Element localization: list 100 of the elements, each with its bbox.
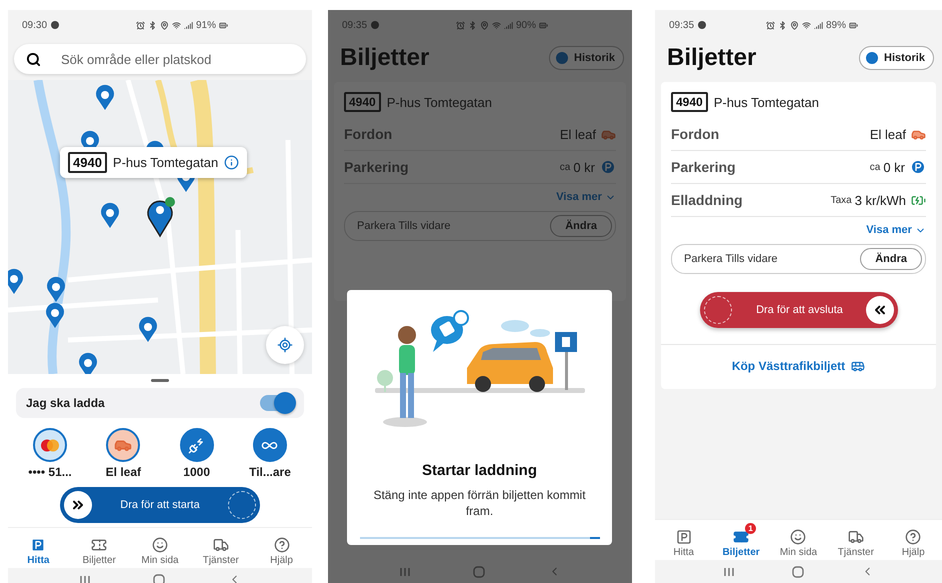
card-icon xyxy=(33,428,67,462)
battery-percent: 90% xyxy=(516,20,536,30)
location-icon xyxy=(480,20,489,30)
home-icon[interactable] xyxy=(792,566,804,578)
alarm-icon xyxy=(456,20,465,30)
row-label: Parkering xyxy=(344,159,410,175)
nav-tab[interactable]: Min sida xyxy=(132,530,187,566)
page-title: Biljetter xyxy=(667,44,756,72)
slider-handle[interactable] xyxy=(866,296,894,324)
location-icon xyxy=(160,20,169,30)
recent-apps-icon[interactable] xyxy=(723,566,736,576)
row-value: El leaf xyxy=(870,126,906,142)
search-input[interactable]: Sök område eller platskod xyxy=(59,50,294,68)
row-value: El leaf xyxy=(560,126,596,142)
buy-ticket-link[interactable]: Köp Västtrafikbiljett xyxy=(671,345,926,389)
notification-icon xyxy=(371,21,380,29)
zone-code: 4940 xyxy=(671,92,708,112)
parking-icon xyxy=(910,159,926,175)
locate-icon xyxy=(277,337,293,353)
row-label: Fordon xyxy=(344,126,394,142)
signal-icon xyxy=(504,20,513,30)
show-more-link[interactable]: Visa mer xyxy=(671,217,926,244)
home-icon[interactable] xyxy=(473,566,486,578)
history-button[interactable]: Historik xyxy=(549,46,624,70)
info-icon[interactable] xyxy=(224,155,240,170)
battery-percent: 89% xyxy=(826,20,846,30)
nav-tab[interactable]: Hitta xyxy=(11,530,66,566)
nav-tab[interactable]: Tjänster xyxy=(828,522,883,558)
location-name: P-hus Tomtegatan xyxy=(386,94,492,110)
smiley-icon xyxy=(790,528,806,544)
recent-apps-icon[interactable] xyxy=(79,574,92,583)
start-slider[interactable]: Dra för att starta xyxy=(60,487,260,523)
battery-icon xyxy=(849,20,858,30)
nav-tab[interactable]: Hjälp xyxy=(254,530,309,566)
battery-icon xyxy=(219,20,228,30)
recent-apps-icon[interactable] xyxy=(399,566,412,576)
signal-icon xyxy=(814,20,823,30)
ticket-icon xyxy=(91,536,108,552)
option-item[interactable]: •••• 51... xyxy=(18,428,82,479)
change-button[interactable]: Ändra xyxy=(550,215,612,237)
toggle-label: Jag ska ladda xyxy=(26,396,105,410)
value-prefix: ca xyxy=(870,162,880,172)
nav-tab[interactable]: Min sida xyxy=(771,522,826,558)
car-icon xyxy=(106,428,140,462)
end-slider[interactable]: Dra för att avsluta xyxy=(700,292,898,328)
row-value: 0 kr xyxy=(573,160,595,174)
zone-code: 4940 xyxy=(344,92,381,112)
nav-tab[interactable]: Biljetter xyxy=(72,530,126,566)
signal-icon xyxy=(184,20,193,30)
alarm-icon xyxy=(136,20,145,30)
alarm-icon xyxy=(766,20,775,30)
option-item[interactable]: 1000 xyxy=(164,428,229,479)
parking-icon xyxy=(30,536,46,552)
row-label: Parkering xyxy=(671,159,737,175)
location-name: P-hus Tomtegatan xyxy=(714,94,819,110)
help-icon xyxy=(274,536,290,552)
slider-label: Dra för att starta xyxy=(119,499,201,511)
charger-icon xyxy=(180,428,214,462)
value-prefix: ca xyxy=(560,162,570,172)
sheet-handle[interactable] xyxy=(151,379,169,382)
status-time: 09:35 xyxy=(342,20,368,30)
change-button[interactable]: Ändra xyxy=(860,248,922,270)
search-icon xyxy=(26,52,41,66)
dialog-title: Startar laddning xyxy=(422,462,537,479)
search-field[interactable]: Sök område eller platskod xyxy=(14,44,306,74)
history-button[interactable]: Historik xyxy=(859,46,934,70)
bus-icon xyxy=(851,359,866,373)
option-item[interactable]: El leaf xyxy=(91,428,156,479)
wifi-icon xyxy=(172,20,181,30)
row-label: Fordon xyxy=(671,126,720,142)
duration-label: Parkera Tills vidare xyxy=(684,253,778,265)
row-value: 3 kr/kWh xyxy=(854,192,906,208)
row-label: Elladdning xyxy=(671,192,744,208)
nav-tab[interactable]: Biljetter 1 xyxy=(714,522,768,558)
bluetooth-icon xyxy=(778,20,787,30)
option-item[interactable]: Til...are xyxy=(238,428,302,479)
battery-percent: 91% xyxy=(196,20,216,30)
wifi-icon xyxy=(492,20,501,30)
nav-tab[interactable]: Tjänster xyxy=(194,530,248,566)
target-circle xyxy=(704,296,732,324)
help-icon xyxy=(905,528,922,544)
location-popup[interactable]: 4940 P-hus Tomtegatan xyxy=(60,147,248,178)
nav-tab[interactable]: Hjälp xyxy=(886,522,940,558)
location-icon xyxy=(790,20,799,30)
toggle-switch[interactable] xyxy=(260,395,294,411)
truck-icon xyxy=(212,536,229,552)
ticket-icon xyxy=(733,528,750,544)
zone-code: 4940 xyxy=(68,152,107,173)
smiley-icon xyxy=(152,536,168,552)
notification-icon xyxy=(51,21,60,29)
nav-tab[interactable]: Hitta xyxy=(656,522,711,558)
notification-badge: 1 xyxy=(745,522,756,534)
slider-handle[interactable] xyxy=(64,491,92,519)
location-name: P-hus Tomtegatan xyxy=(112,155,218,170)
home-icon[interactable] xyxy=(153,574,166,583)
battery-icon xyxy=(539,20,548,30)
status-time: 09:35 xyxy=(669,20,694,30)
bluetooth-icon xyxy=(468,20,477,30)
infinity-icon xyxy=(252,428,287,462)
notification-icon xyxy=(698,21,706,29)
